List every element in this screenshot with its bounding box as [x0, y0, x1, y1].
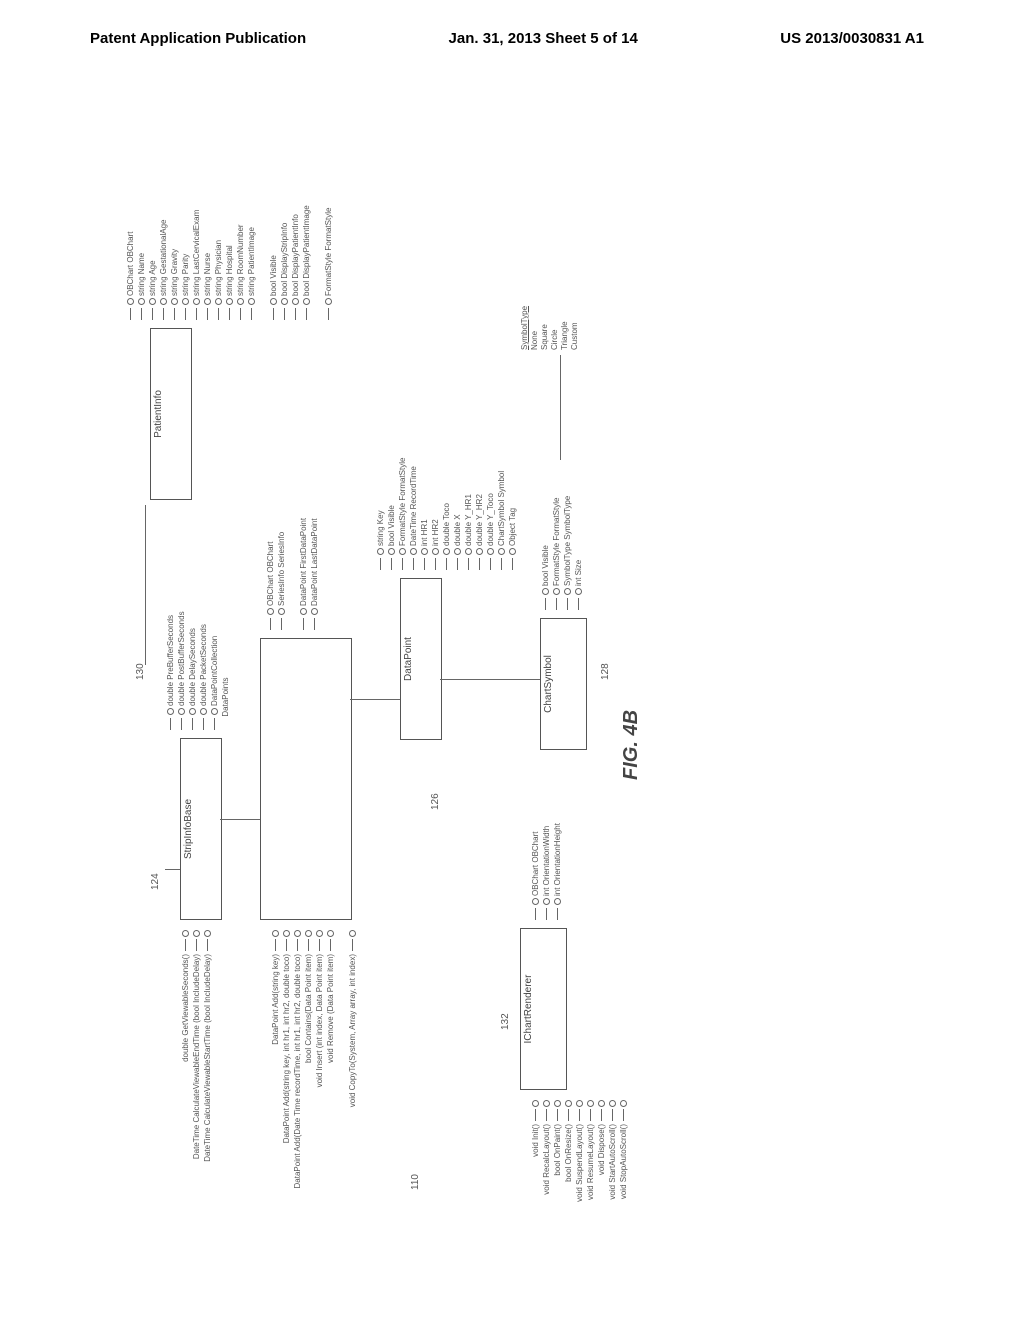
class-chartsymbol: ChartSymbol — [540, 618, 587, 750]
chartsymbol-props: bool Visible FormatStyle FormatStyle Sym… — [540, 496, 584, 610]
class-title: IChartRenderer — [521, 929, 536, 1089]
enum-symboltype: SymbolType None Square Circle Triangle C… — [520, 306, 580, 350]
ref-128: 128 — [600, 663, 611, 680]
ref-132: 132 — [500, 1013, 511, 1030]
ref-126: 126 — [430, 793, 441, 810]
class-datapoint: DataPoint — [400, 578, 442, 740]
stripinfobase-methods: double GetViewableSeconds() DateTime Cal… — [180, 930, 213, 1162]
class-patientinfo: PatientInfo — [150, 328, 192, 500]
stripinfobase-props: double PreBufferSeconds double PostBuffe… — [165, 611, 231, 730]
ref-130: 130 — [135, 663, 146, 680]
class-title: StripInfoBase — [181, 739, 196, 919]
datapoint-props: string Key bool Visible FormatStyle Form… — [375, 458, 518, 570]
class-stripinfobase: StripInfoBase — [180, 738, 222, 920]
class-title: ChartSymbol — [541, 619, 556, 749]
header-right: US 2013/0030831 A1 — [780, 30, 924, 47]
ichartrenderer-props: OBChart OBChart int OrientationWidth int… — [530, 823, 563, 920]
patientinfo-props: OBChart OBChart string Name string Age s… — [125, 205, 334, 320]
class-title: DataPoint — [401, 579, 416, 739]
datapointcoll-subprops: OBChart OBChart SeriesInfo SeriesInfo Da… — [265, 518, 320, 630]
header-center: Jan. 31, 2013 Sheet 5 of 14 — [449, 30, 638, 47]
ref-124: 124 — [150, 873, 161, 890]
page-header: Patent Application Publication Jan. 31, … — [0, 0, 1024, 57]
class-datapointcoll — [260, 638, 352, 920]
figure-label: FIG. 4B — [620, 710, 643, 780]
class-title: PatientInfo — [151, 329, 166, 499]
ref-110: 110 — [410, 1174, 421, 1190]
uml-diagram: StripInfoBase 124 double PreBufferSecond… — [90, 140, 910, 1220]
class-ichartrenderer: IChartRenderer — [520, 928, 567, 1090]
header-left: Patent Application Publication — [90, 30, 306, 47]
datapointcoll-methods: DataPoint Add(string key) DataPoint Add(… — [270, 930, 358, 1188]
ichartrenderer-methods: void Init() void RecalcLayout() bool OnP… — [530, 1100, 629, 1202]
